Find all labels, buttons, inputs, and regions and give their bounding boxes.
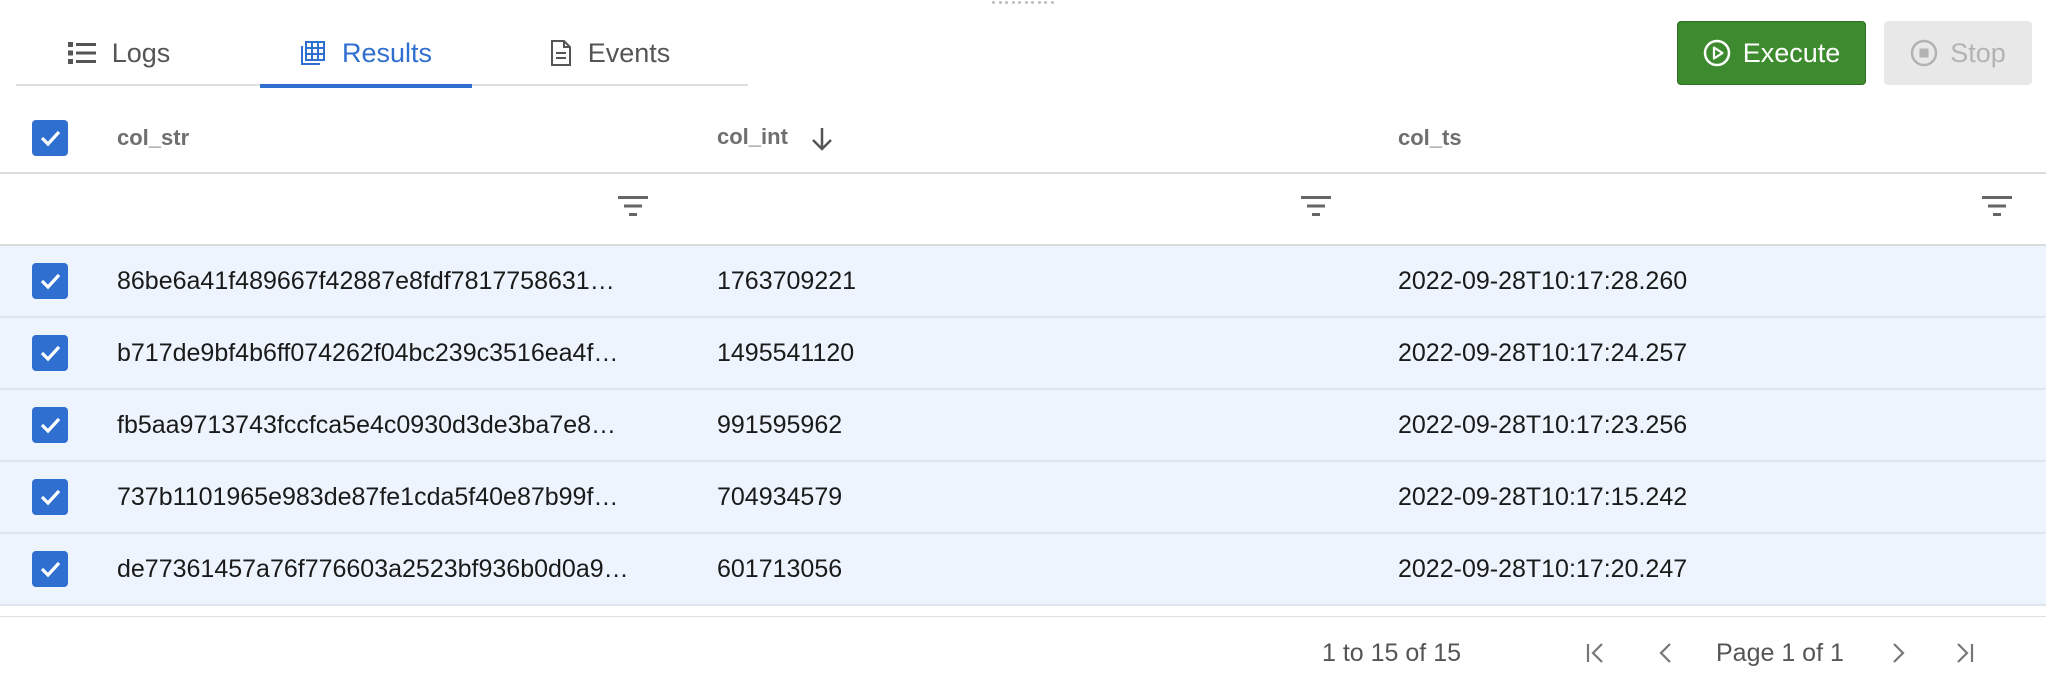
table-row[interactable]: b717de9bf4b6ff074262f04bc239c3516ea4f… 1…	[0, 318, 2046, 390]
tab-logs[interactable]: Logs	[16, 20, 260, 86]
cell-col-ts: 2022-09-28T10:17:15.242	[1398, 482, 1688, 511]
execute-button-label: Execute	[1742, 37, 1841, 68]
column-header-label: col_ts	[1398, 125, 1462, 150]
row-checkbox[interactable]	[32, 263, 68, 299]
tab-events-label: Events	[587, 37, 671, 68]
column-filter-row	[0, 174, 2046, 246]
column-header-col-ts[interactable]: col_ts	[1398, 125, 2046, 151]
sort-descending-icon[interactable]	[810, 126, 834, 152]
row-count-label: 1 to 15 of 15	[1322, 639, 1462, 667]
row-checkbox[interactable]	[32, 407, 68, 443]
results-table: col_str col_int col_ts 86be6a41f489667f4…	[0, 104, 2046, 606]
table-row[interactable]: fb5aa9713743fccfca5e4c0930d3de3ba7e8… 99…	[0, 390, 2046, 462]
column-header-label: col_str	[117, 125, 190, 150]
column-header-col-str[interactable]: col_str	[117, 125, 717, 151]
table-row[interactable]: de77361457a76f776603a2523bf936b0d0a9… 60…	[0, 534, 2046, 606]
tab-results-label: Results	[341, 37, 433, 68]
query-results-panel: Logs Results Events Execute Stop col_str…	[0, 0, 2046, 678]
select-all-checkbox[interactable]	[32, 120, 68, 156]
cell-col-str: 86be6a41f489667f42887e8fdf7817758631…	[117, 266, 615, 295]
checkmark-icon	[40, 417, 61, 434]
last-page-icon[interactable]	[1952, 641, 1976, 665]
previous-page-icon[interactable]	[1656, 641, 1676, 665]
list-icon	[67, 42, 96, 64]
table-row[interactable]: 86be6a41f489667f42887e8fdf7817758631… 17…	[0, 246, 2046, 318]
next-page-icon[interactable]	[1888, 641, 1908, 665]
checkmark-icon	[40, 273, 61, 290]
table-icon	[300, 41, 325, 65]
row-select-cell	[0, 479, 117, 515]
cell-col-str: fb5aa9713743fccfca5e4c0930d3de3ba7e8…	[117, 410, 617, 439]
cell-col-ts: 2022-09-28T10:17:23.256	[1398, 410, 1688, 439]
results-tabs: Logs Results Events	[16, 20, 748, 88]
execute-button[interactable]: Execute	[1677, 21, 1866, 85]
select-all-cell	[0, 120, 117, 156]
stop-circle-icon	[1910, 39, 1938, 67]
table-header-row: col_str col_int col_ts	[0, 104, 2046, 174]
cell-col-int: 1763709221	[717, 266, 857, 295]
document-icon	[550, 40, 571, 66]
tab-events[interactable]: Events	[472, 20, 748, 86]
checkmark-icon	[40, 130, 61, 147]
row-select-cell	[0, 263, 117, 299]
row-checkbox[interactable]	[32, 335, 68, 371]
cell-col-int: 1495541120	[717, 338, 855, 367]
cell-col-str: de77361457a76f776603a2523bf936b0d0a9…	[117, 554, 629, 583]
play-circle-icon	[1703, 39, 1730, 67]
row-select-cell	[0, 335, 117, 371]
checkmark-icon	[40, 561, 61, 578]
row-select-cell	[0, 407, 117, 443]
cell-col-int: 704934579	[717, 482, 843, 511]
panel-resize-handle[interactable]	[992, 0, 1054, 4]
tab-logs-label: Logs	[111, 37, 171, 68]
cell-col-ts: 2022-09-28T10:17:20.247	[1398, 554, 1688, 583]
filter-icon[interactable]	[1982, 194, 2012, 218]
filter-icon[interactable]	[1301, 194, 1331, 218]
cell-col-str: 737b1101965e983de87fe1cda5f40e87b99f…	[117, 482, 619, 511]
table-row[interactable]: 737b1101965e983de87fe1cda5f40e87b99f… 70…	[0, 462, 2046, 534]
cell-col-int: 601713056	[717, 554, 843, 583]
column-header-label: col_int	[717, 124, 788, 150]
stop-button-label: Stop	[1950, 37, 2006, 68]
cell-col-int: 991595962	[717, 410, 843, 439]
row-checkbox[interactable]	[32, 551, 68, 587]
row-checkbox[interactable]	[32, 479, 68, 515]
filter-icon[interactable]	[618, 194, 648, 218]
stop-button[interactable]: Stop	[1884, 21, 2032, 85]
cell-col-str: b717de9bf4b6ff074262f04bc239c3516ea4f…	[117, 338, 619, 367]
checkmark-icon	[40, 345, 61, 362]
pagination-bar: 1 to 15 of 15 Page 1 of 1	[0, 616, 2046, 678]
cell-col-ts: 2022-09-28T10:17:24.257	[1398, 338, 1688, 367]
column-header-col-int[interactable]: col_int	[717, 124, 1398, 151]
row-select-cell	[0, 551, 117, 587]
cell-col-ts: 2022-09-28T10:17:28.260	[1398, 266, 1688, 295]
tab-results[interactable]: Results	[260, 20, 472, 88]
page-indicator: Page 1 of 1	[1716, 639, 1844, 667]
first-page-icon[interactable]	[1584, 641, 1608, 665]
checkmark-icon	[40, 489, 61, 506]
